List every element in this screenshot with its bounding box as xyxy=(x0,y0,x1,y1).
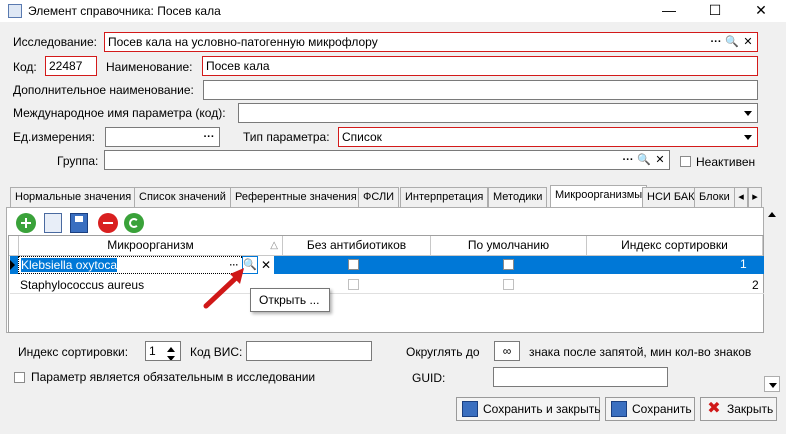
tab-nsi-bak[interactable]: НСИ БАК xyxy=(642,187,700,207)
add-icon[interactable] xyxy=(16,213,36,233)
tab-reference-values[interactable]: Референтные значения xyxy=(230,187,362,207)
addname-field[interactable] xyxy=(203,80,758,100)
vis-code-label: Код ВИС: xyxy=(190,345,243,359)
tab-microorganisms[interactable]: Микроорганизмы xyxy=(550,185,648,207)
required-label: Параметр является обязательным в исследо… xyxy=(31,370,316,384)
name-field[interactable]: Посев кала xyxy=(202,56,758,76)
tab-blocks[interactable]: Блоки xyxy=(694,187,735,207)
default-checkbox[interactable] xyxy=(503,279,514,290)
group-label: Группа: xyxy=(57,154,99,168)
name-label: Наименование: xyxy=(106,60,193,74)
unit-label: Ед.измерения: xyxy=(13,130,95,144)
code-field[interactable]: 22487 xyxy=(45,56,97,76)
maximize-button[interactable]: ☐ xyxy=(692,0,738,22)
guid-label: GUID: xyxy=(412,371,446,385)
unit-field[interactable]: ··· xyxy=(105,127,220,147)
edit-icon[interactable] xyxy=(44,213,62,233)
round-label: Округлять до xyxy=(406,345,480,359)
column-header-default[interactable]: По умолчанию xyxy=(431,236,587,256)
tab-value-list[interactable]: Список значений xyxy=(134,187,231,207)
no-antibiotics-checkbox[interactable] xyxy=(348,279,359,290)
research-field[interactable]: Посев кала на условно-патогенную микрофл… xyxy=(104,32,758,52)
refresh-icon[interactable] xyxy=(124,213,144,233)
window-title: Элемент справочника: Посев кала xyxy=(28,4,221,18)
required-checkbox[interactable] xyxy=(14,372,25,383)
minimize-button[interactable]: — xyxy=(646,0,692,22)
title-bar: Элемент справочника: Посев кала — ☐ ✕ xyxy=(0,0,786,22)
research-value: Посев кала на условно-патогенную микрофл… xyxy=(108,35,378,49)
tooltip: Открыть ... xyxy=(250,288,330,312)
column-header-no-antibiotics[interactable]: Без антибиотиков xyxy=(283,236,431,256)
type-label: Тип параметра: xyxy=(243,130,330,144)
scroll-up-icon[interactable] xyxy=(764,207,780,223)
row-pointer-icon xyxy=(10,260,15,270)
inactive-label: Неактивен xyxy=(696,155,756,169)
vis-code-field[interactable] xyxy=(246,341,372,361)
row-divider xyxy=(10,293,764,294)
column-header-sort-index[interactable]: Индекс сортировки xyxy=(587,236,763,256)
chevron-down-icon[interactable] xyxy=(740,129,756,145)
tab-normal-values[interactable]: Нормальные значения xyxy=(10,187,137,207)
group-field[interactable]: ··· 🔍 ✕ xyxy=(104,150,670,170)
default-checkbox[interactable] xyxy=(503,259,514,270)
save-icon[interactable] xyxy=(70,213,88,233)
close-icon: ✖ xyxy=(707,400,721,417)
research-label: Исследование: xyxy=(13,35,97,49)
sort-index-cell: 2 xyxy=(752,278,759,292)
clear-icon[interactable]: ✕ xyxy=(741,35,755,49)
app-icon xyxy=(8,4,22,18)
stepper-down-icon[interactable] xyxy=(163,350,179,360)
tab-fsli[interactable]: ФСЛИ xyxy=(358,187,400,207)
row-indicator-header xyxy=(9,236,19,256)
organism-cell: Staphylococcus aureus xyxy=(20,278,145,292)
search-icon[interactable]: 🔍 xyxy=(725,35,739,49)
sort-index-label: Индекс сортировки: xyxy=(18,345,129,359)
save-button[interactable]: Сохранить xyxy=(605,397,695,421)
close-window-button[interactable]: ✕ xyxy=(738,0,784,22)
clear-icon[interactable]: ✕ xyxy=(258,256,274,274)
organism-cell: Klebsiella oxytoca xyxy=(21,258,118,272)
ellipsis-icon[interactable]: ··· xyxy=(709,35,723,49)
save-and-close-button[interactable]: Сохранить и закрыть xyxy=(456,397,600,421)
intl-select[interactable] xyxy=(238,103,758,123)
save-icon xyxy=(611,401,627,417)
round-suffix-label: знака после запятой, мин кол-во знаков xyxy=(529,345,752,359)
sort-icon: △ xyxy=(270,240,278,251)
tab-interpretation[interactable]: Интерпретация xyxy=(400,187,489,207)
search-icon[interactable]: 🔍 xyxy=(637,153,651,167)
ellipsis-icon[interactable]: ··· xyxy=(202,130,216,144)
tab-scroll-right[interactable]: ▸ xyxy=(748,187,762,207)
vertical-scrollbar[interactable] xyxy=(764,207,780,393)
guid-field[interactable] xyxy=(493,367,668,387)
type-value: Список xyxy=(342,130,382,144)
type-select[interactable]: Список xyxy=(338,127,758,147)
pointer-arrow-icon xyxy=(203,268,244,309)
addname-label: Дополнительное наименование: xyxy=(13,83,194,97)
scroll-down-icon[interactable] xyxy=(764,376,780,392)
round-field[interactable]: ∞ xyxy=(494,341,520,361)
tab-scroll-left[interactable]: ◂ xyxy=(734,187,748,207)
tab-methods[interactable]: Методики xyxy=(488,187,548,207)
clear-icon[interactable]: ✕ xyxy=(653,153,667,167)
sort-index-stepper[interactable]: 1 xyxy=(145,341,181,361)
chevron-down-icon[interactable] xyxy=(740,105,756,121)
inactive-checkbox[interactable] xyxy=(680,156,691,167)
column-header-organism[interactable]: Микроорганизм △ xyxy=(19,236,283,256)
close-button[interactable]: ✖ Закрыть xyxy=(700,397,777,421)
code-label: Код: xyxy=(13,60,37,74)
save-icon xyxy=(462,401,478,417)
sort-index-cell: 1 xyxy=(740,257,747,271)
delete-icon[interactable] xyxy=(98,213,118,233)
intl-label: Международное имя параметра (код): xyxy=(13,106,226,120)
no-antibiotics-checkbox[interactable] xyxy=(348,259,359,270)
ellipsis-icon[interactable]: ··· xyxy=(621,153,635,167)
